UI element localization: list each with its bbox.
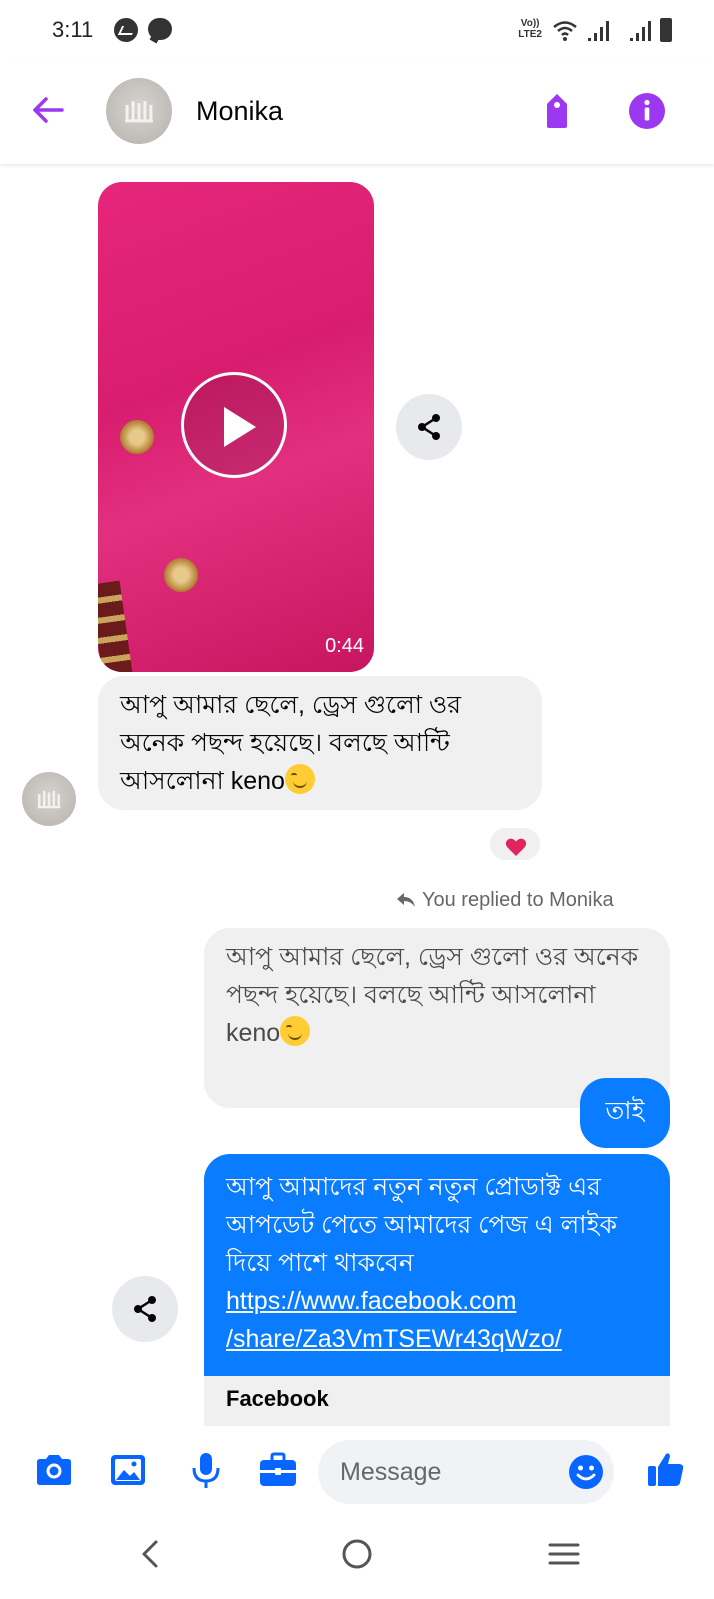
contact-name[interactable]: Monika — [196, 96, 283, 127]
chat-notification-icon — [148, 18, 172, 40]
share-message-button[interactable] — [112, 1276, 178, 1342]
briefcase-icon[interactable] — [256, 1448, 300, 1492]
smiling-emoji-icon — [284, 764, 315, 794]
volte-indicator: Vo)) LTE2 — [518, 18, 542, 40]
incoming-message-bubble[interactable]: আপু আমার ছেলে, ড্রেস গুলো ওর অনেক পছন্দ … — [98, 676, 542, 810]
replied-indicator: You replied to Monika — [396, 889, 614, 912]
smiling-emoji-icon — [280, 1016, 311, 1046]
status-time: 3:11 — [52, 17, 94, 42]
share-video-button[interactable] — [396, 394, 462, 460]
link-preview-card[interactable]: Facebook — [204, 1376, 670, 1426]
video-message[interactable]: 0:44 — [98, 182, 374, 672]
nav-home-icon[interactable] — [337, 1534, 377, 1574]
thumbs-up-icon[interactable] — [644, 1448, 688, 1492]
message-composer: Message — [0, 1426, 714, 1516]
nav-recents-icon[interactable] — [544, 1534, 584, 1574]
microphone-icon[interactable] — [184, 1448, 228, 1492]
signal-icon-sim1 — [588, 21, 609, 41]
play-button[interactable] — [181, 372, 287, 478]
camera-icon[interactable] — [32, 1448, 76, 1492]
messenger-chat-screen: 3:11 Vo)) LTE2 Monika 0:44 আপু আমার ছেলে… — [0, 0, 714, 1599]
chat-header: Monika — [0, 60, 714, 164]
volte-label: Vo)) — [520, 18, 540, 29]
message-input[interactable]: Message — [318, 1440, 614, 1504]
outgoing-message-text: তাই — [605, 1097, 645, 1125]
promo-link-line-1[interactable]: https://www.facebook.com — [226, 1282, 648, 1320]
emoji-picker-icon[interactable] — [568, 1454, 604, 1490]
reply-arrow-icon — [397, 893, 415, 907]
heart-icon — [505, 838, 527, 856]
avatar-logo-icon — [125, 101, 153, 123]
back-arrow-icon[interactable] — [28, 90, 68, 130]
avatar-logo-icon — [37, 790, 61, 809]
promo-link-line-2[interactable]: /share/Za3VmTSEWr43qWzo/ — [226, 1320, 648, 1358]
lte-label: LTE2 — [518, 29, 542, 40]
link-preview-title: Facebook — [226, 1386, 329, 1411]
system-navigation-bar — [0, 1516, 714, 1599]
signal-icon-sim2 — [630, 21, 651, 41]
share-icon — [134, 1296, 156, 1322]
gallery-icon[interactable] — [106, 1448, 150, 1492]
status-bar: 3:11 Vo)) LTE2 — [0, 0, 714, 60]
fabric-border — [98, 580, 137, 672]
message-input-placeholder: Message — [340, 1458, 442, 1486]
replied-label: You replied to Monika — [422, 889, 614, 911]
contact-avatar[interactable] — [106, 78, 172, 144]
tag-icon[interactable] — [536, 90, 578, 132]
reaction-badge[interactable] — [488, 826, 542, 862]
info-icon[interactable] — [626, 90, 668, 132]
battery-icon — [660, 18, 672, 42]
messenger-notification-icon — [114, 18, 138, 42]
nav-back-icon[interactable] — [132, 1534, 172, 1574]
outgoing-message-bubble[interactable]: তাই — [580, 1078, 670, 1148]
video-duration: 0:44 — [325, 635, 364, 657]
wifi-icon — [553, 21, 577, 41]
share-icon — [418, 414, 440, 440]
fabric-pattern — [120, 420, 154, 454]
outgoing-link-message-bubble[interactable]: আপু আমাদের নতুন নতুন প্রোডাক্ট এর আপডেট … — [204, 1154, 670, 1376]
contact-avatar-small[interactable] — [22, 772, 76, 826]
promo-message-text: আপু আমাদের নতুন নতুন প্রোডাক্ট এর আপডেট … — [226, 1173, 617, 1277]
fabric-pattern — [164, 558, 198, 592]
